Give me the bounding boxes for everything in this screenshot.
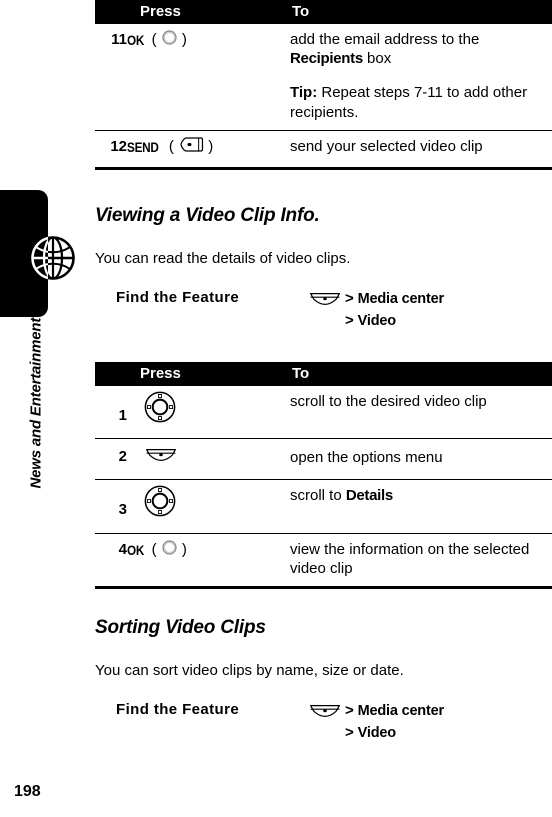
step-description: view the information on the selected vid… bbox=[290, 532, 552, 586]
paren-open: ( bbox=[147, 540, 161, 558]
path-arrow: > bbox=[345, 702, 354, 719]
step-key bbox=[127, 386, 290, 439]
procedure-table-send-video-clip: Press To 11 OK ( ) add the email address… bbox=[95, 0, 552, 167]
table-header-row: Press To bbox=[95, 0, 552, 24]
path-arrow: > bbox=[345, 290, 354, 307]
column-header-press: Press bbox=[127, 362, 290, 386]
step-number: 3 bbox=[95, 479, 127, 534]
step-number: 2 bbox=[95, 438, 127, 480]
step-key: OK ( ) bbox=[127, 532, 290, 586]
page-margin-sidebar: News and Entertainment 198 bbox=[0, 0, 95, 817]
find-the-feature-label: Find the Feature bbox=[116, 289, 240, 306]
text-fragment: box bbox=[362, 50, 392, 68]
find-the-feature-block: Find the Feature > Media center > Video bbox=[95, 701, 552, 749]
table-row: 11 OK ( ) add the email address to the R… bbox=[95, 24, 552, 130]
column-header-step bbox=[95, 362, 127, 386]
column-header-press: Press bbox=[127, 0, 290, 24]
section-sorting-video-clips: Sorting Video Clips You can sort video c… bbox=[95, 617, 552, 749]
step-description: open the options menu bbox=[290, 438, 552, 480]
description-paragraph: add the email address to the Recipients … bbox=[290, 30, 552, 68]
step-description: scroll to Details bbox=[290, 479, 552, 534]
ui-term: Recipients bbox=[290, 50, 363, 68]
menu-key-icon bbox=[309, 291, 341, 314]
paren-open: ( bbox=[164, 137, 179, 155]
nav-wheel-icon bbox=[143, 484, 177, 523]
step-description: scroll to the desired video clip bbox=[290, 393, 487, 410]
key-label: OK bbox=[127, 32, 145, 49]
find-the-feature-path: > Media center > Video bbox=[345, 700, 444, 744]
tip-paragraph: Tip: Repeat steps 7-11 to add other reci… bbox=[290, 83, 552, 121]
step-key: OK ( ) bbox=[127, 24, 290, 130]
procedure-table-view-video-clip-info: Press To 1 scroll to the desired video c… bbox=[95, 362, 552, 586]
table-header-row: Press To bbox=[95, 362, 552, 386]
table-row: 12 SEND ( ) send your selected video cli… bbox=[95, 129, 552, 167]
step-number: 12 bbox=[95, 129, 127, 167]
chapter-title: News and Entertainment bbox=[27, 317, 45, 489]
find-the-feature-label: Find the Feature bbox=[116, 701, 240, 718]
column-header-to: To bbox=[290, 0, 552, 24]
step-key bbox=[127, 438, 290, 480]
key-label: OK bbox=[127, 541, 145, 558]
globe-icon bbox=[30, 235, 76, 281]
text-fragment: add the email address to the bbox=[290, 31, 480, 48]
description-paragraph: send your selected video clip bbox=[290, 137, 483, 155]
path-arrow: > bbox=[345, 724, 354, 742]
section-heading: Viewing a Video Clip Info. bbox=[95, 205, 320, 226]
table-block-1: Press To 11 OK ( ) add the email address… bbox=[95, 0, 552, 170]
send-key-icon bbox=[178, 136, 204, 158]
paren-close: ) bbox=[177, 540, 187, 558]
column-header-to: To bbox=[290, 362, 552, 386]
find-the-feature-block: Find the Feature > Media center > Video bbox=[95, 289, 552, 337]
step-key bbox=[127, 479, 290, 534]
step-key: SEND ( ) bbox=[127, 129, 290, 167]
text-fragment: scroll to bbox=[290, 487, 346, 505]
path-step: > Media center bbox=[345, 700, 444, 722]
tip-label: Tip: bbox=[290, 84, 318, 102]
text-fragment: Repeat steps 7-11 to add other recipient… bbox=[290, 84, 528, 121]
path-crumb: Video bbox=[357, 313, 396, 330]
paren-open: ( bbox=[147, 31, 161, 49]
paren-close: ) bbox=[177, 31, 187, 49]
step-number: 4 bbox=[95, 532, 127, 586]
step-description: send your selected video clip bbox=[290, 129, 552, 167]
find-the-feature-path: > Media center > Video bbox=[345, 288, 444, 332]
table-bottom-rule bbox=[95, 585, 552, 589]
path-step: > Media center bbox=[345, 288, 444, 310]
table-row: 3 scroll to Details bbox=[95, 479, 552, 534]
page-content: Press To 11 OK ( ) add the email address… bbox=[95, 0, 552, 817]
step-description: add the email address to the Recipients … bbox=[290, 24, 552, 130]
paren-close: ) bbox=[204, 137, 214, 155]
section-body-text: You can sort video clips by name, size o… bbox=[95, 662, 404, 679]
path-crumb: Media center bbox=[357, 291, 444, 307]
menu-key-icon bbox=[309, 703, 341, 726]
ok-key-icon bbox=[161, 539, 178, 561]
table-bottom-rule bbox=[95, 166, 552, 170]
table-row: 1 scroll to the desired video clip bbox=[95, 386, 552, 439]
table-block-2: Press To 1 scroll to the desired video c… bbox=[95, 362, 552, 589]
table-row: 2 open the options menu bbox=[95, 438, 552, 480]
path-crumb: Video bbox=[357, 725, 396, 742]
ok-key-icon bbox=[161, 29, 178, 51]
path-step: > Video bbox=[345, 722, 444, 744]
table-row: 4 OK ( ) view the information on the sel… bbox=[95, 532, 552, 586]
path-arrow: > bbox=[345, 312, 354, 330]
column-header-step bbox=[95, 0, 127, 24]
step-number: 1 bbox=[118, 407, 127, 424]
path-crumb: Media center bbox=[357, 703, 444, 719]
key-label: SEND bbox=[127, 138, 159, 155]
step-number: 11 bbox=[111, 31, 127, 48]
page-number: 198 bbox=[14, 783, 41, 800]
path-step: > Video bbox=[345, 310, 444, 332]
section-viewing-video-clip-info: Viewing a Video Clip Info. You can read … bbox=[95, 205, 552, 337]
menu-key-icon bbox=[145, 447, 177, 470]
section-body-text: You can read the details of video clips. bbox=[95, 250, 351, 267]
nav-wheel-icon bbox=[143, 390, 177, 429]
ui-term: Details bbox=[345, 487, 393, 505]
section-heading: Sorting Video Clips bbox=[95, 617, 266, 638]
